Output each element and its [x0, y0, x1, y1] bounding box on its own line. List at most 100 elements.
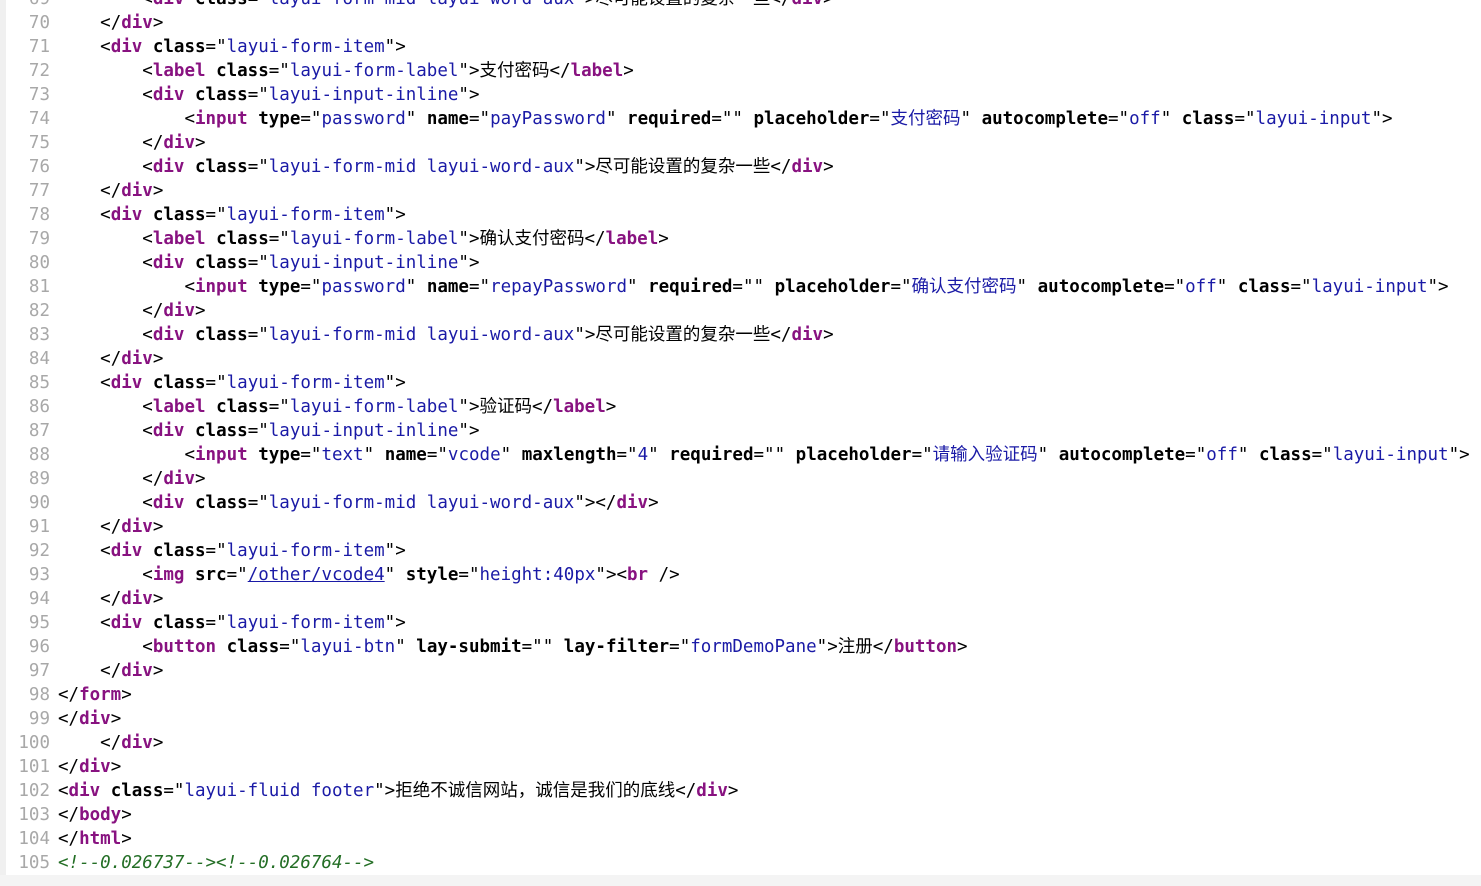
- text-content: [206, 61, 217, 81]
- markup-punctuation: =": [163, 781, 185, 801]
- markup-punctuation: </: [549, 61, 571, 81]
- line-number: 98: [28, 685, 50, 705]
- markup-punctuation: =": [279, 637, 301, 657]
- code-line: 75 </div>: [0, 131, 1481, 155]
- attribute-value: layui-form-item: [226, 613, 385, 633]
- markup-punctuation: >: [110, 709, 122, 729]
- tag-name: div: [163, 133, 195, 153]
- markup-punctuation: <: [142, 637, 153, 657]
- markup-punctuation: =": [205, 613, 227, 633]
- line-content: <div class="layui-form-item">: [58, 613, 406, 633]
- line-content: </form>: [58, 685, 132, 705]
- attribute-name: autocomplete: [1037, 277, 1165, 297]
- tag-name: body: [79, 805, 122, 825]
- tag-name: input: [194, 109, 248, 129]
- tag-name: div: [121, 517, 153, 537]
- attribute-value: password: [321, 277, 406, 297]
- tag-name: br: [627, 565, 649, 585]
- markup-punctuation: =": [1185, 445, 1207, 465]
- markup-punctuation: >: [121, 805, 132, 825]
- attribute-name: class: [226, 637, 280, 657]
- attribute-name: class: [152, 373, 206, 393]
- line-content: <div class="layui-form-item">: [58, 37, 406, 57]
- line-content: <div class="layui-form-mid layui-word-au…: [58, 0, 833, 9]
- markup-punctuation: ": [1037, 445, 1059, 465]
- line-number: 84: [28, 349, 50, 369]
- tag-name: div: [616, 493, 649, 513]
- text-content: [248, 277, 259, 297]
- text-content: [184, 85, 195, 105]
- tag-name: div: [163, 301, 195, 321]
- code-line: 100 </div>: [0, 731, 1481, 755]
- tag-name: div: [153, 0, 185, 9]
- line-number: 72: [28, 61, 50, 81]
- markup-punctuation: ">: [1371, 109, 1393, 129]
- line-number: 88: [28, 445, 50, 465]
- line-content: </div>: [58, 733, 163, 753]
- text-content: [142, 37, 153, 57]
- source-link[interactable]: /other/vcode4: [248, 565, 385, 585]
- markup-punctuation: =": [426, 445, 448, 465]
- attribute-value: payPassword: [490, 109, 606, 129]
- markup-punctuation: =": [1234, 109, 1256, 129]
- tag-name: div: [152, 493, 185, 513]
- markup-punctuation: =": [468, 277, 491, 297]
- markup-punctuation: ">: [384, 37, 406, 57]
- markup-punctuation: </: [872, 637, 894, 657]
- attribute-name: class: [195, 325, 248, 345]
- text-content: [184, 325, 195, 345]
- markup-punctuation: =": [226, 565, 248, 585]
- attribute-name: maxlength: [521, 445, 617, 465]
- attribute-value: password: [321, 109, 406, 129]
- markup-punctuation: </: [58, 757, 80, 777]
- tag-name: div: [696, 781, 728, 801]
- markup-punctuation: <: [142, 61, 153, 81]
- markup-punctuation: "></: [574, 493, 617, 513]
- attribute-value: 确认支付密码: [911, 277, 1017, 297]
- source-viewer[interactable]: 69 <div class="layui-form-mid layui-word…: [0, 0, 1481, 886]
- tag-name: div: [110, 613, 143, 633]
- markup-punctuation: =": [268, 61, 290, 81]
- code-line: 90 <div class="layui-form-mid layui-word…: [0, 491, 1481, 515]
- text-content: 尽可能设置的复杂一些: [595, 157, 771, 177]
- code-listing[interactable]: 69 <div class="layui-form-mid layui-word…: [0, 0, 1481, 875]
- code-line: 101 </div>: [0, 755, 1481, 779]
- attribute-name: placeholder: [753, 109, 870, 129]
- line-content: <label class="layui-form-label">确认支付密码</…: [58, 229, 669, 249]
- code-line: 79 <label class="layui-form-label">确认支付密…: [0, 227, 1481, 251]
- text-content: 确认支付密码: [479, 229, 585, 249]
- text-content: [184, 565, 195, 585]
- code-line: 80 <div class="layui-input-inline">: [0, 251, 1481, 275]
- markup-punctuation: </: [675, 781, 697, 801]
- markup-punctuation: >: [957, 637, 968, 657]
- attribute-name: required: [648, 277, 733, 297]
- markup-punctuation: ": [1160, 109, 1182, 129]
- attribute-value: repayPassword: [490, 277, 628, 297]
- markup-punctuation: =": [205, 205, 227, 225]
- attribute-name: placeholder: [774, 277, 891, 297]
- code-line: 85 <div class="layui-form-item">: [0, 371, 1481, 395]
- attribute-value: text: [321, 445, 364, 465]
- attribute-value: 支付密码: [890, 109, 961, 129]
- line-content: </div>: [58, 133, 205, 153]
- markup-punctuation: =": [268, 397, 290, 417]
- code-line: 105 <!--0.026737--><!--0.026764-->: [0, 851, 1481, 875]
- markup-punctuation: </: [532, 397, 554, 417]
- code-line: 92 <div class="layui-form-item">: [0, 539, 1481, 563]
- markup-punctuation: <: [184, 277, 195, 297]
- tag-name: div: [163, 469, 195, 489]
- attribute-name: type: [258, 109, 301, 129]
- tag-name: label: [570, 61, 624, 81]
- tag-name: div: [110, 205, 143, 225]
- markup-punctuation: ">: [574, 0, 595, 9]
- line-content: </div>: [58, 181, 163, 201]
- markup-punctuation: <: [142, 229, 153, 249]
- text-content: 验证码: [479, 397, 533, 417]
- line-number: 102: [18, 781, 50, 801]
- markup-punctuation: ="": [711, 109, 754, 129]
- code-line: 77 </div>: [0, 179, 1481, 203]
- markup-punctuation: =": [911, 445, 933, 465]
- text-content: 注册: [837, 637, 873, 657]
- markup-punctuation: >: [727, 781, 739, 801]
- attribute-name: class: [152, 541, 206, 561]
